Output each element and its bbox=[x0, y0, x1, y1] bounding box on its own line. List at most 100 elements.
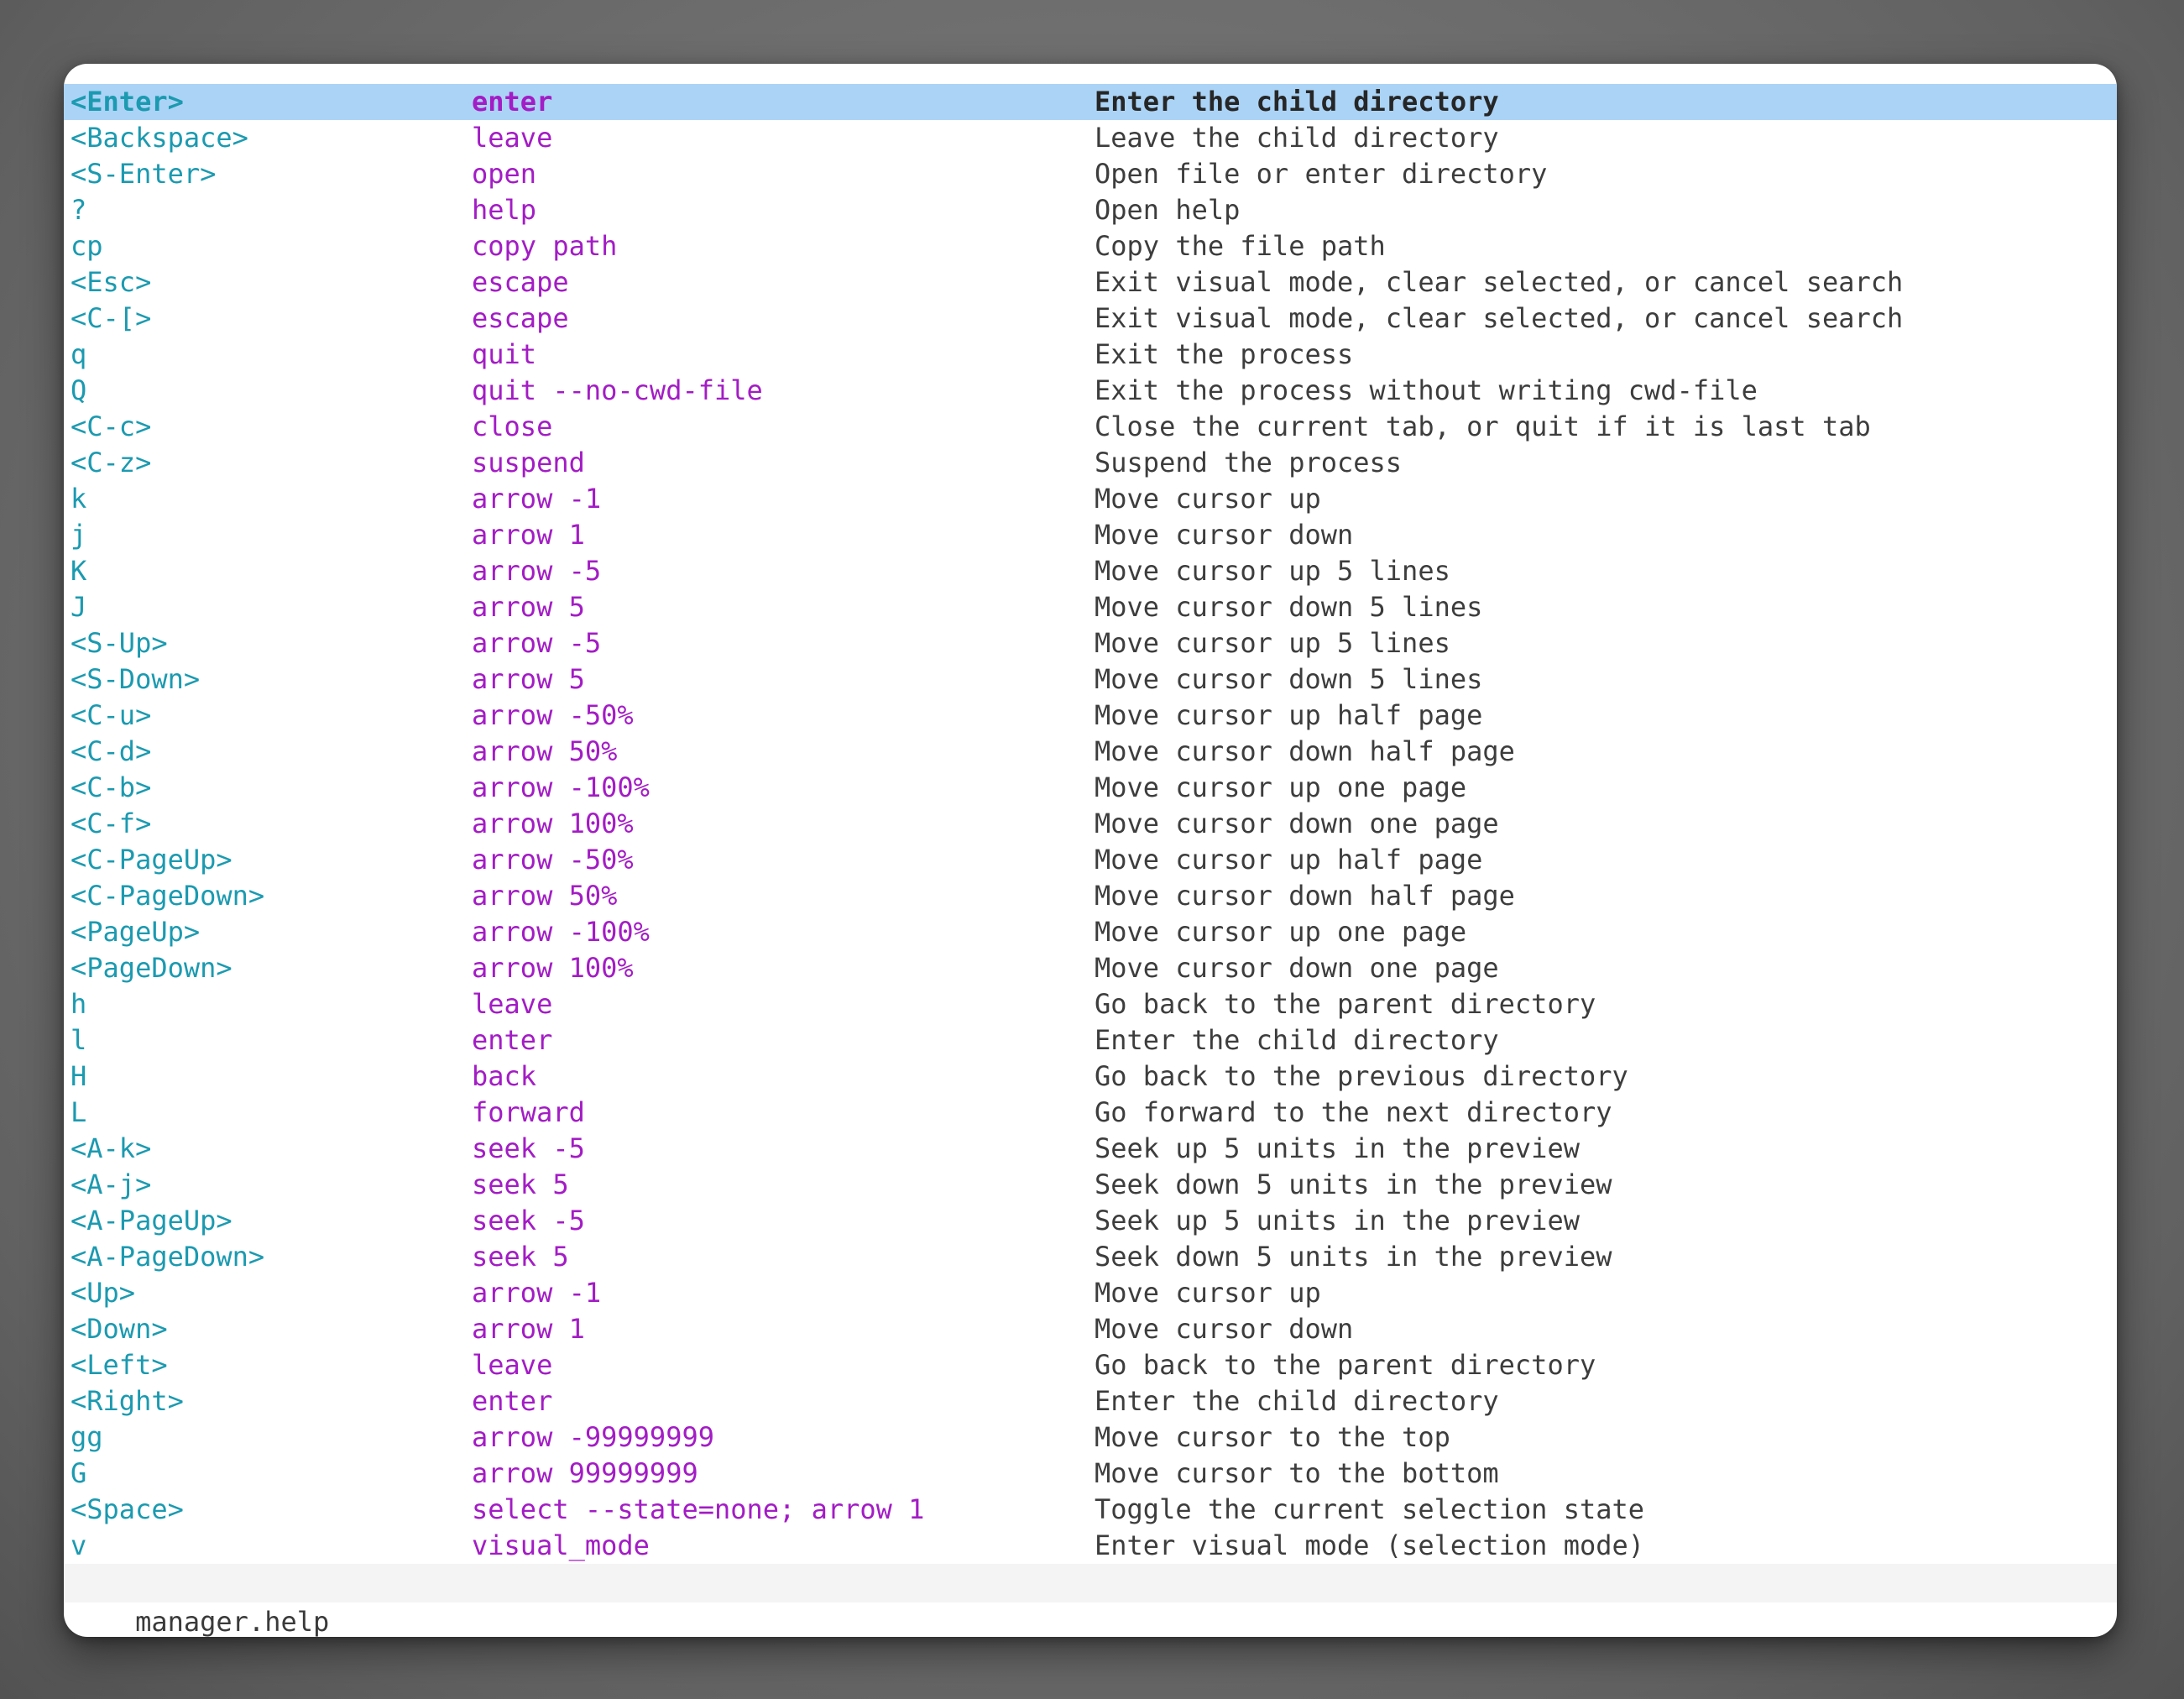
description-cell: Enter visual mode (selection mode) bbox=[1095, 1528, 1644, 1564]
description-cell: Open help bbox=[1095, 192, 1240, 228]
description-cell: Seek down 5 units in the preview bbox=[1095, 1239, 1612, 1275]
keybind-row[interactable]: <A-k>seek -5Seek up 5 units in the previ… bbox=[64, 1131, 2117, 1167]
description-cell: Move cursor down 5 lines bbox=[1095, 589, 1482, 625]
command-cell: arrow -100% bbox=[472, 770, 650, 806]
description-cell: Exit the process bbox=[1095, 337, 1353, 373]
key-cell: L bbox=[71, 1095, 86, 1131]
keybind-row[interactable]: <Right>enterEnter the child directory bbox=[64, 1383, 2117, 1419]
keybind-row[interactable]: Karrow -5 Move cursor up 5 lines bbox=[64, 553, 2117, 589]
command-cell: visual_mode bbox=[472, 1528, 650, 1564]
keybind-row[interactable]: <PageUp>arrow -100%Move cursor up one pa… bbox=[64, 914, 2117, 950]
keybind-row[interactable]: <C-PageDown>arrow 50%Move cursor down ha… bbox=[64, 878, 2117, 914]
keybind-row[interactable]: <C-PageUp>arrow -50%Move cursor up half … bbox=[64, 842, 2117, 878]
description-cell: Seek up 5 units in the preview bbox=[1095, 1203, 1580, 1239]
command-cell: arrow 50% bbox=[472, 878, 617, 914]
description-cell: Go forward to the next directory bbox=[1095, 1095, 1612, 1131]
key-cell: <C-[> bbox=[71, 301, 151, 337]
description-cell: Go back to the previous directory bbox=[1095, 1059, 1628, 1095]
description-cell: Move cursor up one page bbox=[1095, 770, 1466, 806]
command-cell: quit --no-cwd-file bbox=[472, 373, 763, 409]
description-cell: Toggle the current selection state bbox=[1095, 1492, 1644, 1528]
command-cell: arrow -5 bbox=[472, 625, 601, 661]
key-cell: K bbox=[71, 553, 86, 589]
keybind-row[interactable]: Qquit --no-cwd-fileExit the process with… bbox=[64, 373, 2117, 409]
command-cell: seek 5 bbox=[472, 1167, 569, 1203]
key-cell: <S-Down> bbox=[71, 661, 200, 698]
description-cell: Leave the child directory bbox=[1095, 120, 1499, 156]
command-cell: arrow -99999999 bbox=[472, 1419, 714, 1456]
keybind-row[interactable]: <C-[>escapeExit visual mode, clear selec… bbox=[64, 301, 2117, 337]
description-cell: Exit visual mode, clear selected, or can… bbox=[1095, 301, 1903, 337]
keybind-row[interactable]: <S-Up>arrow -5Move cursor up 5 lines bbox=[64, 625, 2117, 661]
command-cell: suspend bbox=[472, 445, 585, 481]
key-cell: J bbox=[71, 589, 86, 625]
command-cell: arrow 1 bbox=[472, 517, 585, 553]
description-cell: Move cursor down bbox=[1095, 517, 1353, 553]
keybind-row[interactable]: Hback Go back to the previous directory bbox=[64, 1059, 2117, 1095]
command-cell: arrow -50% bbox=[472, 842, 634, 878]
status-bar: manager.help bbox=[64, 1564, 2117, 1602]
keybind-row[interactable]: <PageDown>arrow 100%Move cursor down one… bbox=[64, 950, 2117, 986]
status-layer-label: manager.help bbox=[135, 1606, 329, 1637]
command-cell: copy path bbox=[472, 228, 617, 264]
key-cell: <A-j> bbox=[71, 1167, 151, 1203]
keybind-row[interactable]: <Esc>escapeExit visual mode, clear selec… bbox=[64, 264, 2117, 301]
description-cell: Move cursor up 5 lines bbox=[1095, 553, 1450, 589]
keybind-row[interactable]: Garrow 99999999Move cursor to the bottom bbox=[64, 1456, 2117, 1492]
keybind-row[interactable]: <S-Down>arrow 5Move cursor down 5 lines bbox=[64, 661, 2117, 698]
key-cell: H bbox=[71, 1059, 86, 1095]
command-cell: enter bbox=[472, 84, 552, 120]
keybind-row[interactable]: <Up>arrow -1Move cursor up bbox=[64, 1275, 2117, 1311]
key-cell: <C-b> bbox=[71, 770, 151, 806]
key-cell: <C-PageUp> bbox=[71, 842, 233, 878]
keybind-row[interactable]: <A-j>seek 5Seek down 5 units in the prev… bbox=[64, 1167, 2117, 1203]
command-cell: arrow -5 bbox=[472, 553, 601, 589]
command-cell: arrow 100% bbox=[472, 806, 634, 842]
command-cell: arrow 100% bbox=[472, 950, 634, 986]
keybind-row[interactable]: jarrow 1Move cursor down bbox=[64, 517, 2117, 553]
key-cell: q bbox=[71, 337, 86, 373]
keybind-row[interactable]: karrow -1Move cursor up bbox=[64, 481, 2117, 517]
keybind-row[interactable]: vvisual_modeEnter visual mode (selection… bbox=[64, 1528, 2117, 1564]
keybind-row[interactable]: ?helpOpen help bbox=[64, 192, 2117, 228]
command-cell: select --state=none; arrow 1 bbox=[472, 1492, 924, 1528]
key-cell: <PageUp> bbox=[71, 914, 200, 950]
keybind-row[interactable]: Lforward Go forward to the next directory bbox=[64, 1095, 2117, 1131]
keybind-row[interactable]: <A-PageDown>seek 5Seek down 5 units in t… bbox=[64, 1239, 2117, 1275]
keybind-row[interactable]: lenterEnter the child directory bbox=[64, 1022, 2117, 1059]
command-cell: arrow 1 bbox=[472, 1311, 585, 1347]
key-cell: <C-d> bbox=[71, 734, 151, 770]
keybind-row[interactable]: <Down>arrow 1Move cursor down bbox=[64, 1311, 2117, 1347]
keybind-row[interactable]: qquitExit the process bbox=[64, 337, 2117, 373]
keybind-row[interactable]: <Enter>enterEnter the child directory bbox=[64, 84, 2117, 120]
keybind-row[interactable]: <C-c>closeClose the current tab, or quit… bbox=[64, 409, 2117, 445]
keybind-row[interactable]: <C-d>arrow 50%Move cursor down half page bbox=[64, 734, 2117, 770]
keybind-row[interactable]: <C-f>arrow 100%Move cursor down one page bbox=[64, 806, 2117, 842]
keybind-row[interactable]: <C-z>suspendSuspend the process bbox=[64, 445, 2117, 481]
keybind-row[interactable]: <Backspace>leaveLeave the child director… bbox=[64, 120, 2117, 156]
key-cell: <Up> bbox=[71, 1275, 135, 1311]
keybind-row[interactable]: hleaveGo back to the parent directory bbox=[64, 986, 2117, 1022]
description-cell: Exit the process without writing cwd-fil… bbox=[1095, 373, 1758, 409]
description-cell: Seek up 5 units in the preview bbox=[1095, 1131, 1580, 1167]
keybind-row[interactable]: <A-PageUp>seek -5Seek up 5 units in the … bbox=[64, 1203, 2117, 1239]
keybind-row[interactable]: <C-b> arrow -100% Move cursor up one page bbox=[64, 770, 2117, 806]
keybind-row[interactable]: <Space>select --state=none; arrow 1Toggl… bbox=[64, 1492, 2117, 1528]
command-cell: back bbox=[472, 1059, 536, 1095]
keybind-row[interactable]: <S-Enter>openOpen file or enter director… bbox=[64, 156, 2117, 192]
keybind-row[interactable]: Jarrow 5Move cursor down 5 lines bbox=[64, 589, 2117, 625]
key-cell: <Enter> bbox=[71, 84, 184, 120]
description-cell: Exit visual mode, clear selected, or can… bbox=[1095, 264, 1903, 301]
description-cell: Copy the file path bbox=[1095, 228, 1386, 264]
keybind-row[interactable]: <C-u>arrow -50%Move cursor up half page bbox=[64, 698, 2117, 734]
command-cell: arrow -1 bbox=[472, 481, 601, 517]
keybind-row[interactable]: <Left>leaveGo back to the parent directo… bbox=[64, 1347, 2117, 1383]
key-cell: <A-k> bbox=[71, 1131, 151, 1167]
description-cell: Enter the child directory bbox=[1095, 1383, 1499, 1419]
keybind-row[interactable]: ggarrow -99999999Move cursor to the top bbox=[64, 1419, 2117, 1456]
key-cell: k bbox=[71, 481, 86, 517]
key-cell: <A-PageDown> bbox=[71, 1239, 264, 1275]
command-cell: forward bbox=[472, 1095, 585, 1131]
keybind-row[interactable]: cpcopy pathCopy the file path bbox=[64, 228, 2117, 264]
command-cell: arrow -1 bbox=[472, 1275, 601, 1311]
